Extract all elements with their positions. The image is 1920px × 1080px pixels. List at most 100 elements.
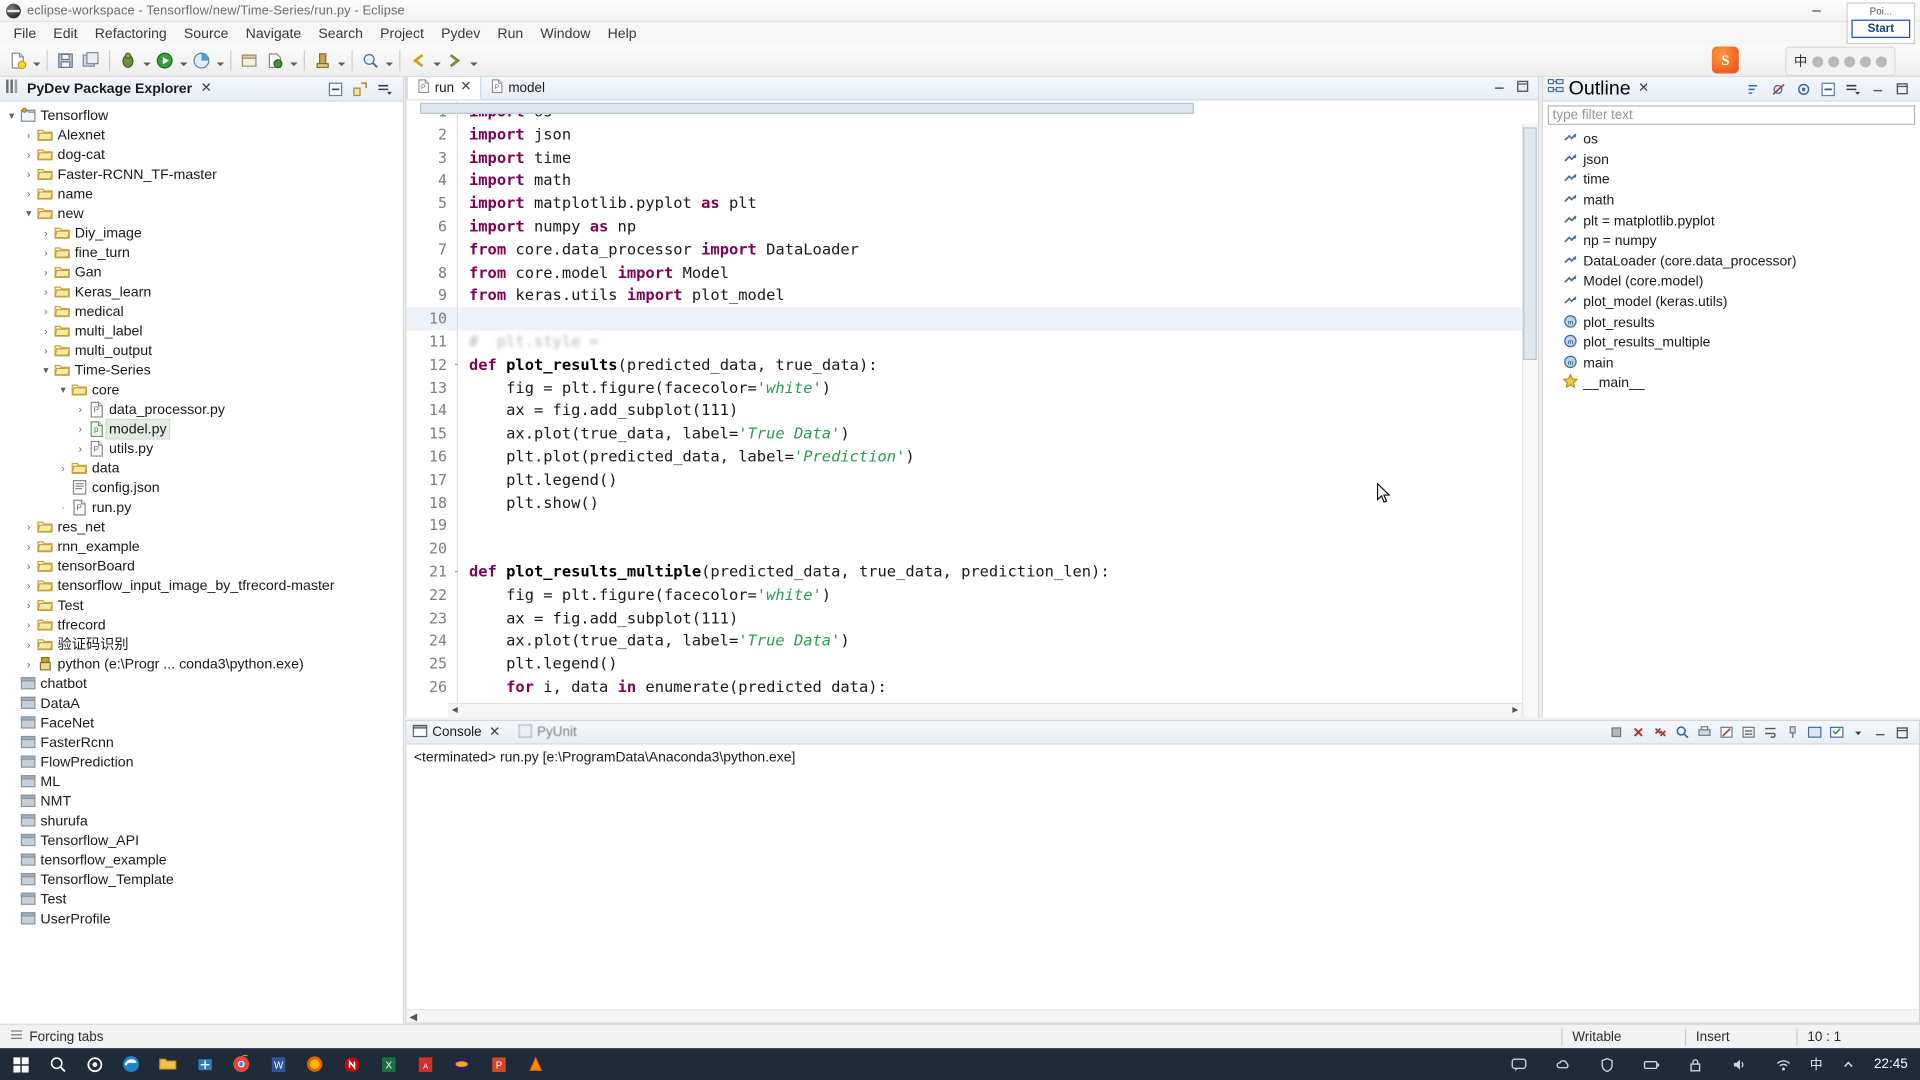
lock-icon[interactable] — [1678, 1048, 1715, 1080]
debug-dropdown-arrow[interactable] — [141, 48, 152, 72]
tree-item[interactable]: UserProfile — [0, 909, 403, 929]
cortana-icon[interactable] — [76, 1048, 113, 1080]
editor-hscroll-thumb[interactable] — [420, 102, 1194, 114]
menu-edit[interactable]: Edit — [45, 24, 86, 44]
minimize-icon[interactable] — [1869, 80, 1886, 97]
vlc-icon[interactable] — [517, 1048, 554, 1080]
scroll-right-icon[interactable]: ▶ — [1509, 703, 1522, 717]
eclipse-icon[interactable] — [443, 1048, 480, 1080]
code-line[interactable]: 13 fig = plt.figure(facecolor='white') — [407, 377, 1538, 400]
tree-item[interactable]: › Gan — [0, 262, 403, 282]
chat-icon[interactable] — [1501, 1048, 1538, 1080]
chevron-right-icon[interactable]: › — [22, 634, 35, 654]
code-line[interactable]: 5 import matplotlib.pyplot as plt — [407, 192, 1538, 215]
editor-tab-model[interactable]: Pmodel — [481, 76, 553, 99]
forward-icon[interactable] — [443, 48, 466, 72]
tree-item[interactable]: › tensorBoard — [0, 556, 403, 576]
chevron-placeholder-icon[interactable]: · — [56, 497, 69, 517]
tree-item[interactable]: ▾ new — [0, 203, 403, 223]
tree-item[interactable]: › multi_output — [0, 340, 403, 360]
taskbar-clock[interactable]: 22:45 — [1874, 1057, 1913, 1072]
moon-icon[interactable] — [1844, 55, 1856, 67]
back-dropdown-arrow[interactable] — [431, 48, 442, 72]
code-line[interactable]: 8 from core.model import Model — [407, 262, 1538, 285]
palette-icon[interactable] — [1860, 55, 1872, 67]
edge-icon[interactable] — [113, 1048, 150, 1080]
tree-item[interactable]: FaceNet — [0, 713, 403, 733]
close-icon[interactable]: ✕ — [201, 81, 212, 95]
tree-item[interactable]: › data — [0, 458, 403, 478]
save-all-icon[interactable] — [80, 48, 103, 72]
coverage-dropdown-arrow[interactable] — [214, 48, 225, 72]
code-line[interactable]: 19 — [407, 515, 1538, 538]
maximize-icon[interactable] — [1516, 77, 1529, 99]
project-tree[interactable]: ▾ Tensorflow › Alexnet › dog-cat › Faster-RCNN_… — [0, 102, 403, 929]
coverage-icon[interactable] — [190, 48, 213, 72]
outline-item[interactable]: __main__ — [1543, 373, 1920, 394]
outline-item[interactable]: DataLoader (core.data_processor) — [1543, 252, 1920, 272]
chevron-right-icon[interactable]: › — [22, 654, 35, 674]
word-wrap-icon[interactable] — [1761, 723, 1779, 741]
tree-item[interactable]: ▾ core — [0, 380, 403, 400]
code-line[interactable]: 10 — [406, 307, 1538, 331]
scroll-left-icon[interactable]: ◀ — [448, 703, 461, 717]
code-line[interactable]: 22 fig = plt.figure(facecolor='white') — [407, 584, 1538, 607]
outline-filter-input[interactable]: type filter text — [1547, 105, 1916, 125]
network-icon[interactable] — [1766, 1048, 1803, 1080]
chevron-right-icon[interactable]: › — [39, 223, 52, 243]
hide-fields-icon[interactable] — [1771, 80, 1788, 97]
tree-item[interactable]: › Faster-RCNN_TF-master — [0, 164, 403, 184]
menu-refactoring[interactable]: Refactoring — [86, 24, 175, 44]
chevron-right-icon[interactable]: › — [22, 615, 35, 635]
tree-item[interactable]: › Putils.py — [0, 438, 403, 458]
menu-navigate[interactable]: Navigate — [237, 24, 310, 44]
menu-project[interactable]: Project — [372, 24, 433, 44]
clear-icon[interactable] — [1717, 723, 1735, 741]
keyboard-icon[interactable] — [1828, 55, 1840, 67]
new-dropdown-arrow[interactable] — [31, 48, 42, 72]
search-icon[interactable] — [359, 48, 382, 72]
tree-item[interactable]: › rnn_example — [0, 536, 403, 556]
minimize-icon[interactable] — [1795, 0, 1837, 21]
minimize-icon[interactable] — [1493, 77, 1506, 99]
menu-run[interactable]: Run — [489, 24, 532, 44]
view-menu-icon[interactable] — [376, 80, 393, 97]
chevron-right-icon[interactable]: › — [73, 399, 86, 419]
minimize-icon[interactable] — [1871, 723, 1889, 741]
external-tools-icon[interactable] — [311, 48, 334, 72]
arrow-up-icon[interactable] — [1830, 1048, 1867, 1080]
tree-item[interactable]: › p model.py — [0, 418, 403, 439]
pin-icon[interactable] — [1783, 723, 1801, 741]
tree-item[interactable]: Tensorflow_Template — [0, 869, 403, 889]
pdf-icon[interactable]: A — [407, 1048, 444, 1080]
tab-console[interactable]: Console ✕ — [412, 723, 500, 741]
battery-icon[interactable] — [1633, 1048, 1670, 1080]
ime-toolbar[interactable]: 中 — [1785, 46, 1896, 76]
comma-icon[interactable] — [1812, 55, 1824, 67]
chevron-right-icon[interactable]: › — [73, 438, 86, 458]
editor-tab-run[interactable]: Prun ✕ — [406, 75, 482, 100]
display-console-icon[interactable] — [1805, 723, 1823, 741]
tree-item[interactable]: › dog-cat — [0, 144, 403, 164]
search-icon[interactable] — [39, 1048, 76, 1080]
code-line[interactable]: 21-def plot_results_multiple(predicted_d… — [407, 561, 1538, 584]
windows-start-icon[interactable] — [2, 1048, 39, 1080]
chevron-right-icon[interactable]: › — [22, 184, 35, 204]
code-line[interactable]: 15 ax.plot(true_data, label='True Data') — [407, 423, 1538, 446]
maximize-icon[interactable] — [1893, 723, 1911, 741]
debug-icon[interactable] — [116, 48, 139, 72]
outline-item[interactable]: m plot_results — [1543, 313, 1920, 333]
tree-item[interactable]: ML — [0, 771, 403, 791]
chevron-down-icon[interactable]: ▾ — [39, 360, 52, 380]
tree-item[interactable]: DataA — [0, 693, 403, 713]
collapse-icon[interactable] — [1820, 80, 1837, 97]
forward-dropdown-arrow[interactable] — [468, 48, 479, 72]
menu-icon[interactable] — [1844, 80, 1861, 97]
chevron-down-icon[interactable]: ▾ — [5, 105, 18, 125]
code-line[interactable]: 20 — [407, 538, 1538, 561]
outline-item[interactable]: time — [1543, 170, 1920, 190]
terminate-icon[interactable] — [1607, 723, 1625, 741]
store-icon[interactable] — [186, 1048, 223, 1080]
tree-item[interactable]: NMT — [0, 791, 403, 811]
code-line[interactable]: 18 plt.show() — [407, 492, 1538, 515]
